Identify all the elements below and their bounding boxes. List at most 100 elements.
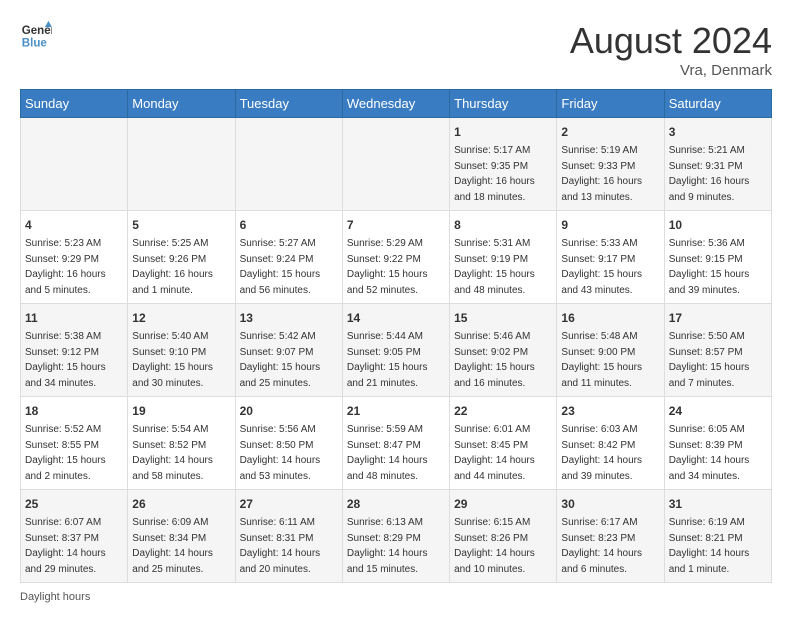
day-number: 29 [454,495,552,513]
calendar-cell: 2 Sunrise: 5:19 AMSunset: 9:33 PMDaylight… [557,118,664,211]
calendar-cell: 7 Sunrise: 5:29 AMSunset: 9:22 PMDaylight… [342,211,449,304]
calendar-cell: 16 Sunrise: 5:48 AMSunset: 9:00 PMDayligh… [557,304,664,397]
day-info: Sunrise: 5:33 AMSunset: 9:17 PMDaylight:… [561,236,659,298]
calendar-cell: 30Sunrise: 6:17 AMSunset: 8:23 PMDayligh… [557,490,664,583]
day-number: 11 [25,309,123,327]
day-info: Sunrise: 5:50 AMSunset: 8:57 PMDaylight:… [669,329,767,391]
calendar-cell: 19 Sunrise: 5:54 AMSunset: 8:52 PMDayligh… [128,397,235,490]
calendar-cell: 20 Sunrise: 5:56 AMSunset: 8:50 PMDayligh… [235,397,342,490]
calendar-table: SundayMondayTuesdayWednesdayThursdayFrid… [20,89,772,583]
calendar-cell: 11 Sunrise: 5:38 AMSunset: 9:12 PMDayligh… [21,304,128,397]
day-info: Sunrise: 5:42 AMSunset: 9:07 PMDaylight:… [240,329,338,391]
day-number: 13 [240,309,338,327]
calendar-cell: 14 Sunrise: 5:44 AMSunset: 9:05 PMDayligh… [342,304,449,397]
day-info: Sunrise: 5:21 AMSunset: 9:31 PMDaylight:… [669,143,767,205]
header-day-sunday: Sunday [21,90,128,118]
calendar-cell: 23 Sunrise: 6:03 AMSunset: 8:42 PMDayligh… [557,397,664,490]
day-info: Sunrise: 6:05 AMSunset: 8:39 PMDaylight:… [669,422,767,484]
day-number: 26 [132,495,230,513]
day-number: 31 [669,495,767,513]
day-number: 16 [561,309,659,327]
day-number: 8 [454,216,552,234]
calendar-cell: 25 Sunrise: 6:07 AMSunset: 8:37 PMDayligh… [21,490,128,583]
day-info: Sunrise: 5:23 AMSunset: 9:29 PMDaylight:… [25,236,123,298]
day-number: 6 [240,216,338,234]
day-number: 28 [347,495,445,513]
day-number: 24 [669,402,767,420]
day-info: Sunrise: 5:40 AMSunset: 9:10 PMDaylight:… [132,329,230,391]
calendar-cell: 31 Sunrise: 6:19 AMSunset: 8:21 PMDayligh… [664,490,771,583]
calendar-cell: 5 Sunrise: 5:25 AMSunset: 9:26 PMDaylight… [128,211,235,304]
day-number: 10 [669,216,767,234]
day-number: 4 [25,216,123,234]
day-info: Sunrise: 5:38 AMSunset: 9:12 PMDaylight:… [25,329,123,391]
header-day-monday: Monday [128,90,235,118]
svg-text:Blue: Blue [22,38,48,50]
calendar-cell: 4 Sunrise: 5:23 AMSunset: 9:29 PMDaylight… [21,211,128,304]
calendar-cell: 15Sunrise: 5:46 AMSunset: 9:02 PMDayligh… [450,304,557,397]
month-year: August 2024 [570,20,772,62]
day-number: 18 [25,402,123,420]
calendar-cell [128,118,235,211]
day-info: Sunrise: 5:48 AMSunset: 9:00 PMDaylight:… [561,329,659,391]
day-number: 12 [132,309,230,327]
day-number: 5 [132,216,230,234]
calendar-cell: 1Sunrise: 5:17 AMSunset: 9:35 PMDaylight… [450,118,557,211]
header-day-friday: Friday [557,90,664,118]
calendar-cell: 9 Sunrise: 5:33 AMSunset: 9:17 PMDaylight… [557,211,664,304]
day-number: 7 [347,216,445,234]
header-day-wednesday: Wednesday [342,90,449,118]
day-info: Sunrise: 5:59 AMSunset: 8:47 PMDaylight:… [347,422,445,484]
footer: Daylight hours [20,591,772,603]
day-info: Sunrise: 6:15 AMSunset: 8:26 PMDaylight:… [454,515,552,577]
day-info: Sunrise: 5:36 AMSunset: 9:15 PMDaylight:… [669,236,767,298]
calendar-cell: 17 Sunrise: 5:50 AMSunset: 8:57 PMDayligh… [664,304,771,397]
calendar-cell: 26 Sunrise: 6:09 AMSunset: 8:34 PMDayligh… [128,490,235,583]
day-number: 20 [240,402,338,420]
day-info: Sunrise: 5:54 AMSunset: 8:52 PMDaylight:… [132,422,230,484]
page-header: General Blue August 2024 Vra, Denmark [20,20,772,79]
calendar-cell [342,118,449,211]
calendar-week-row: 4 Sunrise: 5:23 AMSunset: 9:29 PMDaylight… [21,211,772,304]
day-number: 25 [25,495,123,513]
location: Vra, Denmark [570,62,772,79]
calendar-cell: 21Sunrise: 5:59 AMSunset: 8:47 PMDayligh… [342,397,449,490]
day-info: Sunrise: 6:19 AMSunset: 8:21 PMDaylight:… [669,515,767,577]
calendar-cell: 29 Sunrise: 6:15 AMSunset: 8:26 PMDayligh… [450,490,557,583]
calendar-cell: 13 Sunrise: 5:42 AMSunset: 9:07 PMDayligh… [235,304,342,397]
day-number: 2 [561,123,659,141]
day-info: Sunrise: 5:46 AMSunset: 9:02 PMDaylight:… [454,329,552,391]
calendar-cell: 3Sunrise: 5:21 AMSunset: 9:31 PMDaylight… [664,118,771,211]
day-info: Sunrise: 5:25 AMSunset: 9:26 PMDaylight:… [132,236,230,298]
calendar-week-row: 25 Sunrise: 6:07 AMSunset: 8:37 PMDayligh… [21,490,772,583]
calendar-cell: 28Sunrise: 6:13 AMSunset: 8:29 PMDayligh… [342,490,449,583]
day-number: 9 [561,216,659,234]
day-number: 19 [132,402,230,420]
day-info: Sunrise: 5:44 AMSunset: 9:05 PMDaylight:… [347,329,445,391]
header-day-saturday: Saturday [664,90,771,118]
day-info: Sunrise: 6:01 AMSunset: 8:45 PMDaylight:… [454,422,552,484]
day-number: 14 [347,309,445,327]
logo-icon: General Blue [20,20,52,52]
day-number: 27 [240,495,338,513]
day-info: Sunrise: 5:56 AMSunset: 8:50 PMDaylight:… [240,422,338,484]
calendar-header-row: SundayMondayTuesdayWednesdayThursdayFrid… [21,90,772,118]
calendar-cell: 6Sunrise: 5:27 AMSunset: 9:24 PMDaylight… [235,211,342,304]
day-info: Sunrise: 5:52 AMSunset: 8:55 PMDaylight:… [25,422,123,484]
logo: General Blue [20,20,52,52]
day-info: Sunrise: 5:19 AMSunset: 9:33 PMDaylight:… [561,143,659,205]
day-number: 17 [669,309,767,327]
calendar-cell: 18 Sunrise: 5:52 AMSunset: 8:55 PMDayligh… [21,397,128,490]
day-info: Sunrise: 6:09 AMSunset: 8:34 PMDaylight:… [132,515,230,577]
calendar-cell: 8Sunrise: 5:31 AMSunset: 9:19 PMDaylight… [450,211,557,304]
day-info: Sunrise: 6:11 AMSunset: 8:31 PMDaylight:… [240,515,338,577]
day-info: Sunrise: 5:29 AMSunset: 9:22 PMDaylight:… [347,236,445,298]
day-number: 30 [561,495,659,513]
day-info: Sunrise: 6:03 AMSunset: 8:42 PMDaylight:… [561,422,659,484]
title-block: August 2024 Vra, Denmark [570,20,772,79]
calendar-cell [21,118,128,211]
day-number: 23 [561,402,659,420]
day-info: Sunrise: 6:07 AMSunset: 8:37 PMDaylight:… [25,515,123,577]
calendar-cell: 12 Sunrise: 5:40 AMSunset: 9:10 PMDayligh… [128,304,235,397]
calendar-cell: 27 Sunrise: 6:11 AMSunset: 8:31 PMDayligh… [235,490,342,583]
